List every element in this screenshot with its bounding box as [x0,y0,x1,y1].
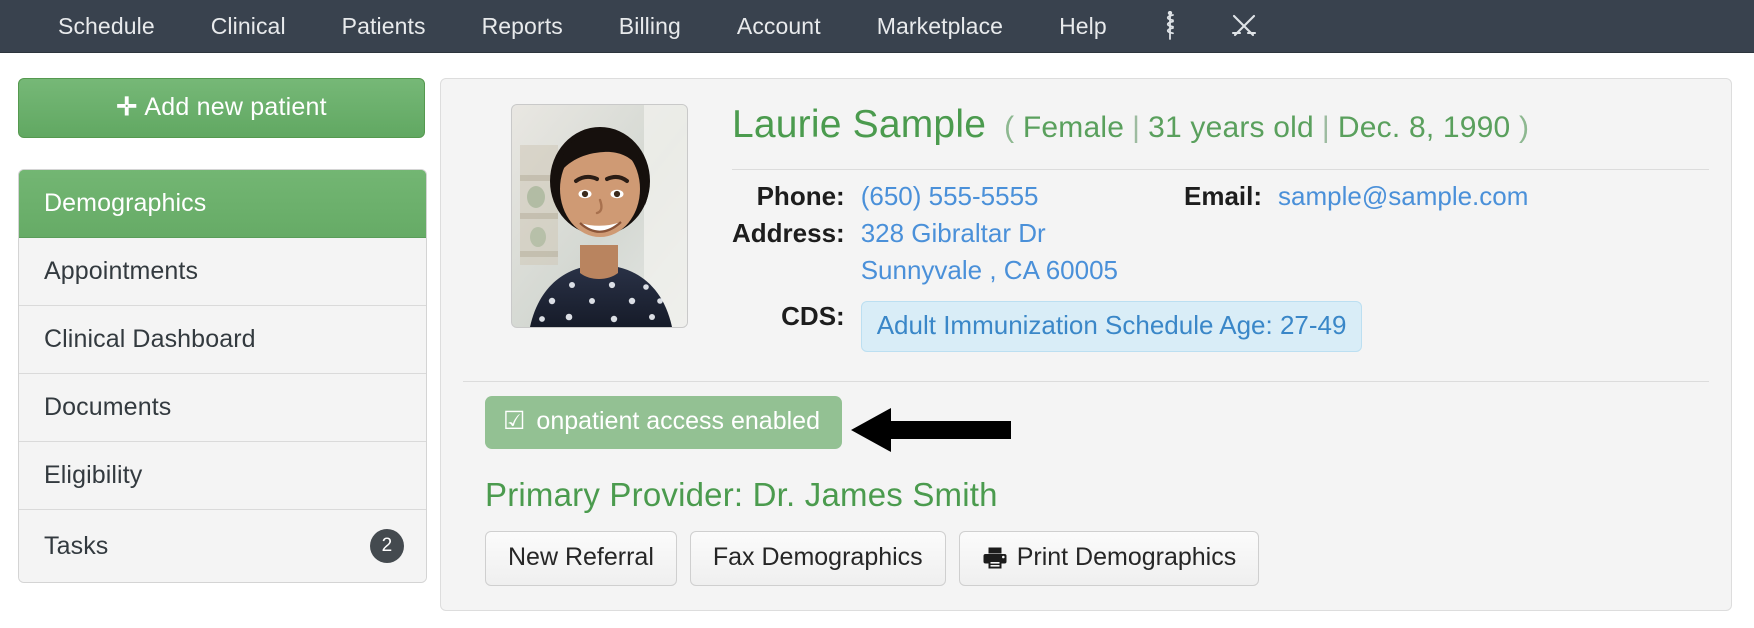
patient-details-table: Phone: (650) 555-5555 Email: sample@samp… [732,178,1528,355]
sidebar-item-label: Clinical Dashboard [44,325,256,353]
email-label: Email: [1184,181,1263,211]
paren-open: ( [1004,111,1015,144]
patient-dob: Dec. 8, 1990 [1337,111,1511,144]
sidebar-item-appointments[interactable]: Appointments [19,238,426,306]
patient-name-line: Laurie Sample ( Female | 31 years old | Dec.… [732,103,1709,147]
nav-item-marketplace[interactable]: Marketplace [849,0,1031,53]
page-body: ✛ Add new patient Demographics Appointmen… [0,53,1754,611]
action-button-row: New Referral Fax Demographics Print Demo… [463,514,1709,586]
add-new-patient-label: Add new patient [144,93,327,121]
address-line-1[interactable]: 328 Gibraltar Dr [861,215,1118,252]
nav-item-patients[interactable]: Patients [314,0,454,53]
nav-item-schedule[interactable]: Schedule [30,0,183,53]
table-row: CDS: Adult Immunization Schedule Age: 27… [732,289,1528,355]
cds-label: CDS: [781,301,845,331]
sidebar-item-label: Appointments [44,257,199,285]
phone-value[interactable]: (650) 555-5555 [861,178,1118,215]
patient-info: Laurie Sample ( Female | 31 years old | Dec.… [688,99,1709,355]
fax-demographics-button[interactable]: Fax Demographics [689,531,946,586]
sidebar-item-demographics[interactable]: Demographics [19,170,426,238]
fax-demographics-label: Fax Demographics [712,543,923,571]
rod-of-asclepius-icon[interactable] [1135,0,1205,53]
sidebar-item-tasks[interactable]: Tasks 2 [19,510,426,582]
plus-icon: ✛ [116,93,138,121]
nav-item-account[interactable]: Account [709,0,849,53]
main-content: Laurie Sample ( Female | 31 years old | Dec.… [405,78,1754,611]
sidebar-item-clinical-dashboard[interactable]: Clinical Dashboard [19,306,426,374]
page-title: Laurie Sample [732,103,987,146]
table-row: Phone: (650) 555-5555 Email: sample@samp… [732,178,1529,215]
new-referral-label: New Referral [508,543,654,571]
onpatient-access-row: ☑ onpatient access enabled [463,382,1709,456]
sidebar-item-label: Demographics [44,189,207,217]
status-badge-label: onpatient access enabled [536,407,820,435]
meta-separator: | [1321,111,1330,144]
printer-icon [982,546,1008,570]
sidebar-item-label: Tasks [44,531,109,560]
patient-photo-container [463,99,688,328]
nav-item-billing[interactable]: Billing [591,0,709,53]
sidebar-nav-list: Demographics Appointments Clinical Dashb… [18,169,427,583]
cds-cell: Adult Immunization Schedule Age: 27-49 [860,289,1529,355]
primary-provider-line: Primary Provider: Dr. James Smith [485,476,998,513]
annotation-arrow-icon [851,406,1011,459]
sidebar-item-eligibility[interactable]: Eligibility [19,442,426,510]
nav-item-help[interactable]: Help [1031,0,1135,53]
nav-item-reports[interactable]: Reports [454,0,591,53]
paren-close: ) [1518,111,1530,144]
patient-header-row: Laurie Sample ( Female | 31 years old | Dec.… [463,99,1709,355]
checkbox-checked-icon: ☑ [503,407,526,435]
crossed-swords-icon[interactable] [1205,0,1283,53]
header-divider [732,169,1709,170]
table-row: Address: 328 Gibraltar Dr [732,215,1528,252]
print-demographics-button[interactable]: Print Demographics [958,531,1260,586]
cds-pill[interactable]: Adult Immunization Schedule Age: 27-49 [860,301,1363,352]
sidebar-item-label: Eligibility [44,461,143,489]
meta-separator: | [1132,111,1141,144]
sidebar: ✛ Add new patient Demographics Appointmen… [0,78,427,611]
print-demographics-label: Print Demographics [1016,543,1237,571]
table-row: Sunnyvale , CA 60005 [732,252,1528,289]
patient-meta: ( Female | 31 years old | Dec. 8, 1990 ) [1004,111,1529,145]
patient-age: 31 years old [1148,111,1314,144]
patient-demographics-card: Laurie Sample ( Female | 31 years old | Dec.… [440,78,1732,611]
phone-label: Phone: [756,181,845,211]
sidebar-item-documents[interactable]: Documents [19,374,426,442]
email-value[interactable]: sample@sample.com [1278,178,1528,215]
new-referral-button[interactable]: New Referral [485,531,677,586]
status-badge[interactable]: ☑ onpatient access enabled [485,396,842,449]
nav-item-clinical[interactable]: Clinical [183,0,314,53]
top-navigation-bar: Schedule Clinical Patients Reports Billi… [0,0,1754,53]
sidebar-item-label: Documents [44,393,172,421]
tasks-count-badge: 2 [370,529,404,563]
patient-gender: Female [1022,111,1125,144]
address-label: Address: [732,218,845,248]
avatar[interactable] [511,104,688,328]
address-line-2[interactable]: Sunnyvale , CA 60005 [861,252,1118,289]
add-new-patient-button[interactable]: ✛ Add new patient [18,78,425,138]
